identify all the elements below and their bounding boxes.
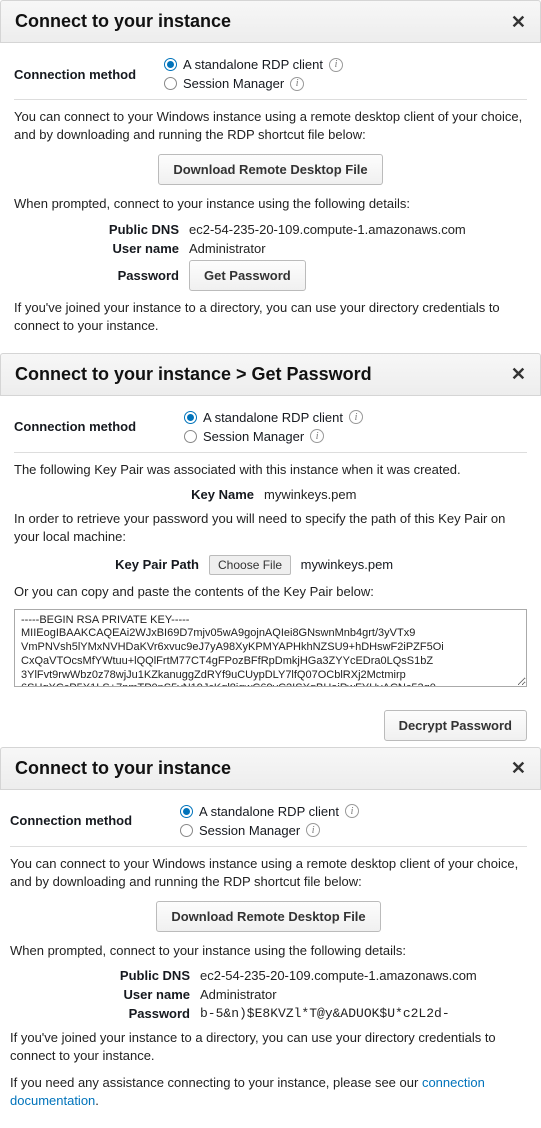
radio-label: Session Manager xyxy=(203,429,304,444)
info-icon[interactable]: i xyxy=(290,77,304,91)
info-icon[interactable]: i xyxy=(310,429,324,443)
decrypt-password-button[interactable]: Decrypt Password xyxy=(384,710,527,741)
key-name-value: mywinkeys.pem xyxy=(264,487,356,502)
password-row: Password b-5&n)$E8KVZl*T@y&ADUOK$U*c2L2d… xyxy=(10,1006,527,1021)
connection-method-group: A standalone RDP client i Session Manage… xyxy=(184,410,363,444)
radio-icon xyxy=(164,58,177,71)
key-path-label: Key Pair Path xyxy=(14,557,209,572)
username-row: User name Administrator xyxy=(14,241,527,256)
radio-label: Session Manager xyxy=(199,823,300,838)
directory-note: If you've joined your instance to a dire… xyxy=(10,1029,527,1065)
assistance-line: If you need any assistance connecting to… xyxy=(10,1074,527,1110)
rdp-description: You can connect to your Windows instance… xyxy=(10,855,527,891)
radio-icon xyxy=(180,805,193,818)
radio-session-manager[interactable]: Session Manager i xyxy=(164,76,343,91)
username-value: Administrator xyxy=(200,987,277,1002)
connection-method-group: A standalone RDP client i Session Manage… xyxy=(180,804,359,838)
divider xyxy=(14,452,527,453)
download-rdp-button[interactable]: Download Remote Desktop File xyxy=(158,154,382,185)
username-label: User name xyxy=(14,241,189,256)
connect-modal-2: Connect to your instance ✕ Connection me… xyxy=(0,747,541,1128)
connection-method-group: A standalone RDP client i Session Manage… xyxy=(164,57,343,91)
rdp-description: You can connect to your Windows instance… xyxy=(14,108,527,144)
connection-method-label: Connection method xyxy=(10,813,180,828)
modal-header: Connect to your instance ✕ xyxy=(0,0,541,43)
modal-body: Connection method A standalone RDP clien… xyxy=(0,790,541,1128)
paste-line: Or you can copy and paste the contents o… xyxy=(14,583,527,601)
close-icon[interactable]: ✕ xyxy=(511,759,526,777)
close-icon[interactable]: ✕ xyxy=(511,13,526,31)
modal-body: Connection method A standalone RDP clien… xyxy=(0,396,541,700)
username-row: User name Administrator xyxy=(10,987,527,1002)
close-icon[interactable]: ✕ xyxy=(511,365,526,383)
info-icon[interactable]: i xyxy=(329,58,343,72)
connection-method-label: Connection method xyxy=(14,67,164,82)
radio-rdp[interactable]: A standalone RDP client i xyxy=(184,410,363,425)
assist-prefix: If you need any assistance connecting to… xyxy=(10,1075,422,1090)
directory-note: If you've joined your instance to a dire… xyxy=(14,299,527,335)
radio-icon xyxy=(180,824,193,837)
public-dns-value: ec2-54-235-20-109.compute-1.amazonaws.co… xyxy=(189,222,466,237)
public-dns-label: Public DNS xyxy=(14,222,189,237)
key-contents-textarea[interactable] xyxy=(14,609,527,687)
radio-label: Session Manager xyxy=(183,76,284,91)
modal-body: Connection method A standalone RDP clien… xyxy=(0,43,541,353)
radio-icon xyxy=(184,411,197,424)
modal-header: Connect to your instance ✕ xyxy=(0,747,541,790)
password-row: Password Get Password xyxy=(14,260,527,291)
connect-modal-1: Connect to your instance ✕ Connection me… xyxy=(0,0,541,353)
radio-label: A standalone RDP client xyxy=(203,410,343,425)
radio-label: A standalone RDP client xyxy=(199,804,339,819)
choose-file-button[interactable]: Choose File xyxy=(209,555,291,575)
connection-method-row: Connection method A standalone RDP clien… xyxy=(14,57,527,91)
public-dns-label: Public DNS xyxy=(10,968,200,983)
info-icon[interactable]: i xyxy=(349,410,363,424)
key-path-row: Key Pair Path Choose File mywinkeys.pem xyxy=(14,555,527,575)
keypair-assoc-line: The following Key Pair was associated wi… xyxy=(14,461,527,479)
password-value: b-5&n)$E8KVZl*T@y&ADUOK$U*c2L2d- xyxy=(200,1006,450,1021)
connection-method-row: Connection method A standalone RDP clien… xyxy=(14,410,527,444)
radio-label: A standalone RDP client xyxy=(183,57,323,72)
get-password-modal: Connect to your instance > Get Password … xyxy=(0,353,541,741)
key-name-label: Key Name xyxy=(14,487,264,502)
info-icon[interactable]: i xyxy=(306,823,320,837)
radio-rdp[interactable]: A standalone RDP client i xyxy=(180,804,359,819)
radio-icon xyxy=(184,430,197,443)
prompt-line: When prompted, connect to your instance … xyxy=(10,942,527,960)
modal-header: Connect to your instance > Get Password … xyxy=(0,353,541,396)
radio-rdp[interactable]: A standalone RDP client i xyxy=(164,57,343,72)
modal-title: Connect to your instance xyxy=(15,11,231,32)
password-label: Password xyxy=(10,1006,200,1021)
radio-session-manager[interactable]: Session Manager i xyxy=(180,823,359,838)
public-dns-row: Public DNS ec2-54-235-20-109.compute-1.a… xyxy=(10,968,527,983)
username-label: User name xyxy=(10,987,200,1002)
download-rdp-button[interactable]: Download Remote Desktop File xyxy=(156,901,380,932)
connection-method-label: Connection method xyxy=(14,419,184,434)
username-value: Administrator xyxy=(189,241,266,256)
modal-title: Connect to your instance xyxy=(15,758,231,779)
radio-session-manager[interactable]: Session Manager i xyxy=(184,429,363,444)
password-label: Password xyxy=(14,268,189,283)
public-dns-row: Public DNS ec2-54-235-20-109.compute-1.a… xyxy=(14,222,527,237)
connection-method-row: Connection method A standalone RDP clien… xyxy=(10,804,527,838)
chosen-file-name: mywinkeys.pem xyxy=(301,557,393,572)
assist-suffix: . xyxy=(95,1093,99,1108)
prompt-line: When prompted, connect to your instance … xyxy=(14,195,527,213)
key-name-row: Key Name mywinkeys.pem xyxy=(14,487,527,502)
info-icon[interactable]: i xyxy=(345,804,359,818)
public-dns-value: ec2-54-235-20-109.compute-1.amazonaws.co… xyxy=(200,968,477,983)
radio-icon xyxy=(164,77,177,90)
modal-title: Connect to your instance > Get Password xyxy=(15,364,372,385)
divider xyxy=(14,99,527,100)
retrieve-line: In order to retrieve your password you w… xyxy=(14,510,527,546)
divider xyxy=(10,846,527,847)
get-password-button[interactable]: Get Password xyxy=(189,260,306,291)
